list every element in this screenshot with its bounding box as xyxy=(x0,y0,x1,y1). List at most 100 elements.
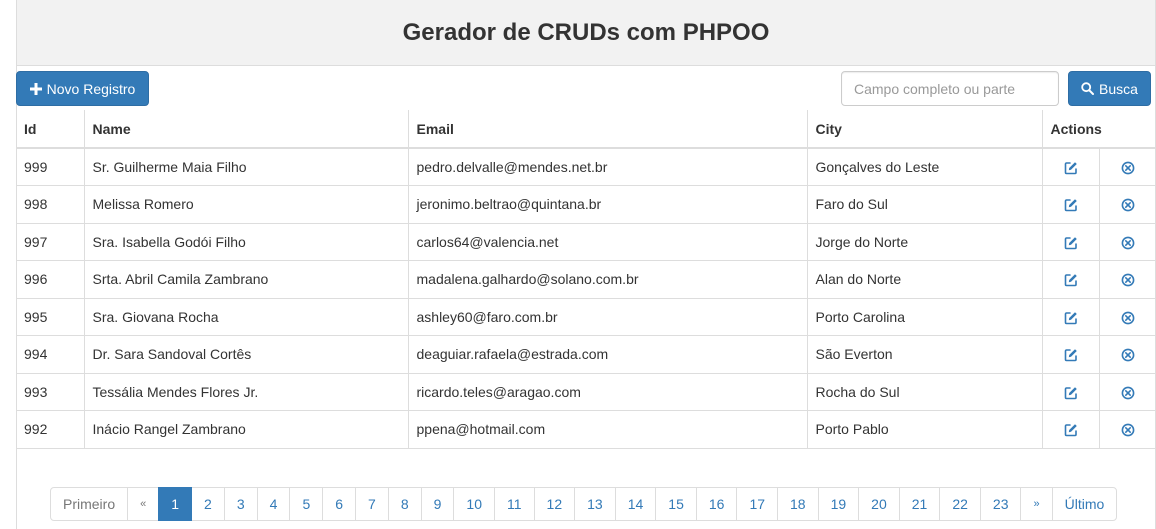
edit-icon[interactable] xyxy=(1064,196,1078,212)
search-icon xyxy=(1081,82,1095,95)
table-row: 993 Tessália Mendes Flores Jr. ricardo.tel… xyxy=(16,372,1156,411)
pagination-page[interactable]: 3 xyxy=(223,487,258,521)
cell-email: ashley60@faro.com.br xyxy=(407,297,808,336)
pagination-last[interactable]: Último xyxy=(1051,487,1118,521)
edit-cell xyxy=(1041,410,1101,449)
pagination-page[interactable]: 6 xyxy=(322,487,357,521)
delete-icon[interactable] xyxy=(1121,159,1135,175)
pagination-page[interactable]: 12 xyxy=(533,487,576,521)
table-row: 994 Dr. Sara Sandoval Cortês deaguiar.rafa… xyxy=(16,335,1156,374)
delete-icon[interactable] xyxy=(1121,346,1135,362)
edit-cell xyxy=(1041,297,1101,336)
pagination-page[interactable]: 19 xyxy=(817,487,860,521)
pagination-page[interactable]: 5 xyxy=(289,487,324,521)
new-record-button[interactable]: Novo Registro xyxy=(16,71,149,106)
delete-icon[interactable] xyxy=(1121,421,1135,437)
edit-icon[interactable] xyxy=(1064,421,1078,437)
table-row: 995 Sra. Giovana Rocha ashley60@faro.com.b… xyxy=(16,297,1156,336)
cell-email: ppena@hotmail.com xyxy=(407,410,808,449)
pagination-page[interactable]: 16 xyxy=(695,487,738,521)
cell-email: madalena.galhardo@solano.com.br xyxy=(407,260,808,299)
pagination-page[interactable]: 23 xyxy=(979,487,1022,521)
delete-cell xyxy=(1099,410,1156,449)
records-table: Id Name Email City Actions 999 Sr. Guilhe… xyxy=(16,110,1156,449)
column-header-email: Email xyxy=(407,110,808,149)
delete-icon[interactable] xyxy=(1121,309,1135,325)
table-row: 992 Inácio Rangel Zambrano ppena@hotmail.c… xyxy=(16,410,1156,449)
search-button[interactable]: Busca xyxy=(1068,71,1151,106)
delete-cell xyxy=(1099,185,1156,224)
search-label: Busca xyxy=(1099,80,1138,97)
cell-id: 998 xyxy=(16,185,85,224)
edit-icon[interactable] xyxy=(1064,346,1078,362)
cell-email: deaguiar.rafaela@estrada.com xyxy=(407,335,808,374)
pagination-page[interactable]: 20 xyxy=(858,487,900,521)
cell-email: carlos64@valencia.net xyxy=(407,222,808,261)
cell-name: Inácio Rangel Zambrano xyxy=(83,410,409,449)
pagination-page[interactable]: 14 xyxy=(614,487,657,521)
edit-cell xyxy=(1041,335,1101,374)
page-header: Gerador de CRUDs com PHPOO xyxy=(16,0,1156,66)
delete-cell xyxy=(1099,147,1156,186)
table-row: 996 Srta. Abril Camila Zambrano madalena.g… xyxy=(16,260,1156,299)
pagination-page[interactable]: 10 xyxy=(453,487,495,521)
cell-id: 995 xyxy=(16,297,85,336)
cell-city: Porto Carolina xyxy=(806,297,1043,336)
column-header-city: City xyxy=(806,110,1043,149)
cell-email: ricardo.teles@aragao.com xyxy=(407,372,808,411)
pagination-next[interactable]: » xyxy=(1020,487,1053,521)
pagination-page[interactable]: 4 xyxy=(256,487,291,521)
delete-icon[interactable] xyxy=(1121,271,1135,287)
pagination-prev[interactable]: « xyxy=(127,487,160,521)
page-title: Gerador de CRUDs com PHPOO xyxy=(402,18,770,46)
delete-cell xyxy=(1099,297,1156,336)
edit-icon[interactable] xyxy=(1064,384,1078,400)
new-record-label: Novo Registro xyxy=(46,80,136,97)
cell-name: Sra. Isabella Godói Filho xyxy=(83,222,409,261)
edit-icon[interactable] xyxy=(1064,159,1078,175)
cell-city: Jorge do Norte xyxy=(806,222,1043,261)
edit-cell xyxy=(1041,222,1101,261)
table-body: 999 Sr. Guilherme Maia Filho pedro.delvall… xyxy=(16,147,1156,449)
cell-name: Tessália Mendes Flores Jr. xyxy=(83,372,409,411)
delete-cell xyxy=(1099,260,1156,299)
edit-cell xyxy=(1041,260,1101,299)
cell-id: 999 xyxy=(16,147,85,186)
pagination-first[interactable]: Primeiro xyxy=(50,487,129,521)
delete-icon[interactable] xyxy=(1121,234,1135,250)
column-header-id: Id xyxy=(16,110,85,149)
pagination-page[interactable]: 1 xyxy=(158,487,193,521)
table-row: 997 Sra. Isabella Godói Filho carlos64@val… xyxy=(16,222,1156,261)
pagination-page[interactable]: 17 xyxy=(736,487,779,521)
table-row: 999 Sr. Guilherme Maia Filho pedro.delvall… xyxy=(16,147,1156,186)
delete-icon[interactable] xyxy=(1121,384,1135,400)
pagination-page[interactable]: 7 xyxy=(355,487,389,521)
delete-icon[interactable] xyxy=(1121,196,1135,212)
edit-cell xyxy=(1041,147,1101,186)
table-header-row: Id Name Email City Actions xyxy=(16,110,1156,149)
pagination-page[interactable]: 22 xyxy=(939,487,981,521)
pagination-page[interactable]: 21 xyxy=(898,487,941,521)
pagination-page[interactable]: 18 xyxy=(777,487,819,521)
edit-icon[interactable] xyxy=(1064,309,1078,325)
cell-name: Sr. Guilherme Maia Filho xyxy=(83,147,409,186)
cell-city: Faro do Sul xyxy=(806,185,1043,224)
cell-id: 997 xyxy=(16,222,85,261)
edit-icon[interactable] xyxy=(1064,271,1078,287)
delete-cell xyxy=(1099,372,1156,411)
search-input[interactable] xyxy=(841,71,1059,106)
cell-city: São Everton xyxy=(806,335,1043,374)
pagination-page[interactable]: 2 xyxy=(191,487,225,521)
pagination-page[interactable]: 13 xyxy=(574,487,616,521)
plus-icon xyxy=(29,82,42,95)
edit-icon[interactable] xyxy=(1064,234,1078,250)
cell-name: Sra. Giovana Rocha xyxy=(83,297,409,336)
pagination-page[interactable]: 11 xyxy=(494,487,535,521)
pagination-page[interactable]: 15 xyxy=(655,487,697,521)
delete-cell xyxy=(1099,335,1156,374)
pagination-page[interactable]: 8 xyxy=(387,487,422,521)
cell-email: jeronimo.beltrao@quintana.br xyxy=(407,185,808,224)
pagination-page[interactable]: 9 xyxy=(420,487,455,521)
cell-name: Melissa Romero xyxy=(83,185,409,224)
column-header-actions: Actions xyxy=(1041,110,1156,149)
